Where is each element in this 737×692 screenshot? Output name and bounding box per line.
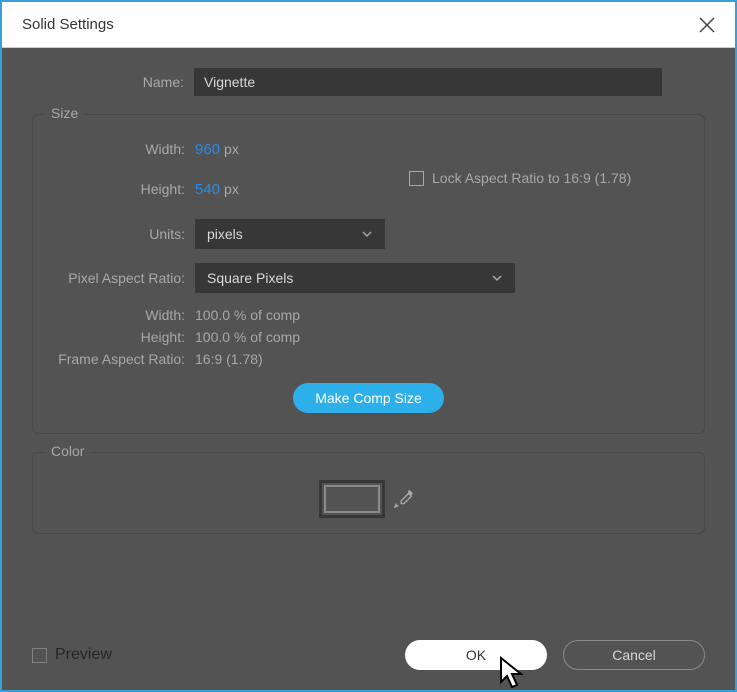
width-input[interactable]: 960 (195, 141, 220, 158)
titlebar: Solid Settings (2, 2, 735, 48)
dialog-title: Solid Settings (22, 16, 114, 33)
info-width-label: Width: (49, 307, 195, 323)
color-swatch[interactable] (324, 485, 380, 513)
color-group: Color (32, 452, 705, 534)
info-far-value: 16:9 (1.78) (195, 351, 263, 367)
height-input[interactable]: 540 (195, 181, 220, 198)
lock-aspect-row: Lock Aspect Ratio to 16:9 (1.78) (409, 147, 631, 209)
name-input[interactable] (194, 68, 662, 96)
preview-row: Preview (32, 646, 112, 664)
height-unit: px (224, 181, 239, 197)
preview-checkbox[interactable] (32, 648, 47, 663)
dialog-body: Name: Size Width: 960 px Height: 540 px (2, 48, 735, 640)
preview-label: Preview (55, 646, 112, 664)
eyedropper-icon[interactable] (392, 488, 414, 510)
close-icon[interactable] (699, 17, 715, 33)
ok-button[interactable]: OK (405, 640, 547, 670)
size-group: Size Width: 960 px Height: 540 px (32, 114, 705, 434)
chevron-down-icon (361, 228, 373, 240)
units-label: Units: (49, 226, 195, 242)
cancel-button[interactable]: Cancel (563, 640, 705, 670)
name-label: Name: (32, 74, 194, 90)
info-far-label: Frame Aspect Ratio: (49, 351, 195, 367)
color-legend: Color (45, 443, 90, 459)
width-label: Width: (49, 141, 195, 157)
lock-aspect-label: Lock Aspect Ratio to 16:9 (1.78) (432, 170, 631, 186)
info-width-value: 100.0 % of comp (195, 307, 300, 323)
par-label: Pixel Aspect Ratio: (49, 270, 195, 286)
lock-aspect-checkbox[interactable] (409, 171, 424, 186)
solid-settings-dialog: Solid Settings Name: Size Width: 960 px (0, 0, 737, 692)
width-unit: px (224, 141, 239, 157)
make-comp-size-button[interactable]: Make Comp Size (293, 383, 444, 413)
info-height-value: 100.0 % of comp (195, 329, 300, 345)
size-legend: Size (45, 105, 84, 121)
units-value: pixels (207, 226, 243, 242)
par-select[interactable]: Square Pixels (195, 263, 515, 293)
height-label: Height: (49, 181, 195, 197)
chevron-down-icon (491, 272, 503, 284)
info-height-label: Height: (49, 329, 195, 345)
units-select[interactable]: pixels (195, 219, 385, 249)
par-value: Square Pixels (207, 270, 293, 286)
name-row: Name: (32, 68, 705, 96)
footer: Preview OK Cancel (2, 640, 735, 690)
